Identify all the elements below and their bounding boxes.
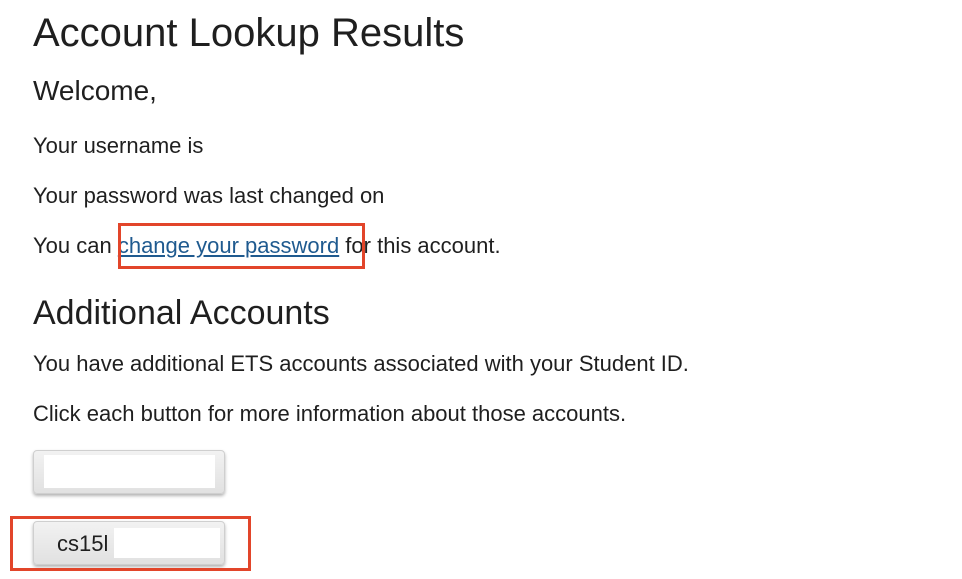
change-password-sentence: You can change your password for this ac…: [33, 232, 501, 260]
change-password-prefix: You can: [33, 233, 118, 258]
welcome-heading: Welcome,: [33, 75, 157, 106]
change-password-link[interactable]: change your password: [118, 233, 339, 258]
additional-account-button-cs15l[interactable]: cs15l: [33, 521, 225, 565]
redaction-block: [44, 455, 215, 488]
redaction-block: [114, 528, 220, 558]
additional-accounts-instruction: Click each button for more information a…: [33, 401, 627, 426]
additional-accounts-title: Additional Accounts: [33, 294, 330, 332]
account-lookup-page: Account Lookup Results Welcome, Your use…: [33, 0, 943, 579]
page-title: Account Lookup Results: [33, 11, 465, 55]
additional-account-button-1[interactable]: [33, 450, 225, 494]
username-text: Your username is: [33, 133, 204, 158]
password-changed-text: Your password was last changed on: [33, 183, 385, 208]
additional-accounts-description: You have additional ETS accounts associa…: [33, 351, 689, 376]
account-button-label: cs15l: [57, 531, 109, 556]
change-password-suffix: for this account.: [339, 233, 501, 258]
